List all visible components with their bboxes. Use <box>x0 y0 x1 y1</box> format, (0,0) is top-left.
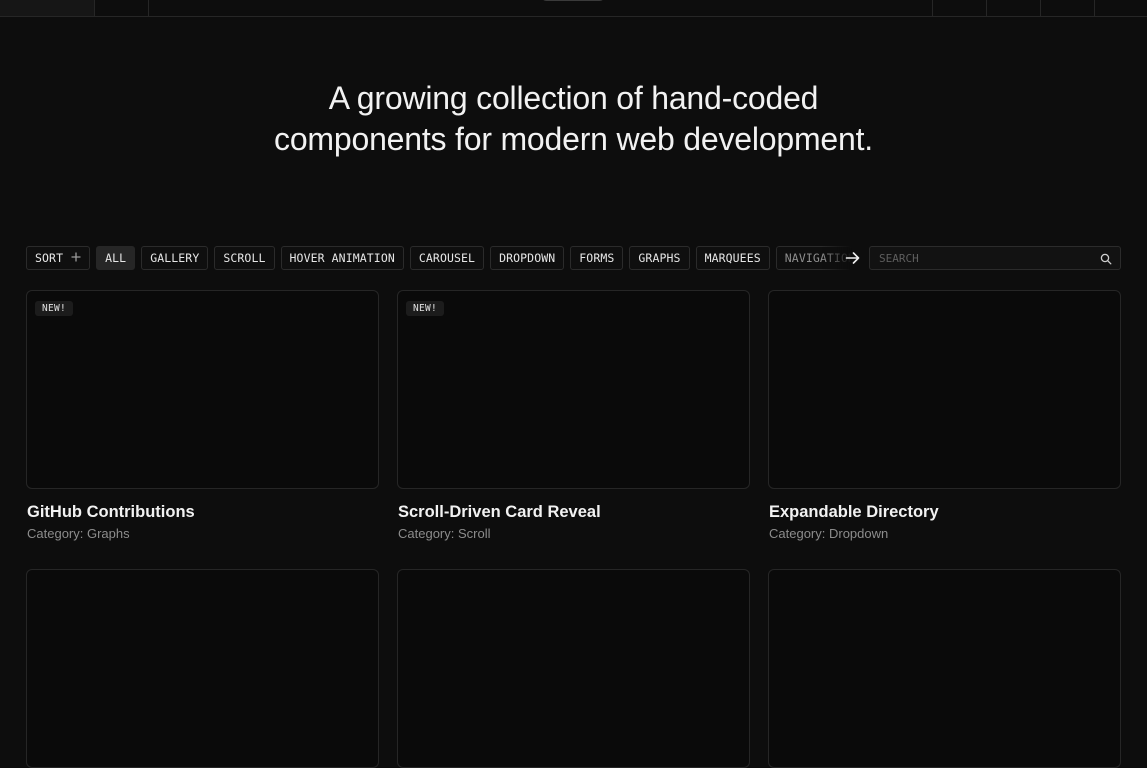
component-card-github-contributions[interactable]: NEW! GitHub Contributions Category: Grap… <box>26 290 379 542</box>
card-category: Category: Scroll <box>398 526 491 541</box>
component-card[interactable] <box>768 569 1121 768</box>
filter-chip-label: MARQUEES <box>704 251 761 265</box>
filter-chip-carousel[interactable]: CAROUSEL <box>409 246 485 270</box>
component-card[interactable] <box>397 569 750 768</box>
component-card-scroll-driven-card-reveal[interactable]: NEW! Scroll-Driven Card Reveal Category:… <box>397 290 750 542</box>
filter-chip-navigation[interactable]: NAVIGATION <box>775 246 852 270</box>
filter-chip-label: NAVIGATION <box>784 251 852 265</box>
search-box <box>869 246 1121 270</box>
arrow-right-icon[interactable] <box>845 250 861 266</box>
nav-item[interactable] <box>95 0 149 16</box>
card-category: Category: Dropdown <box>769 526 889 541</box>
card-title[interactable]: Scroll-Driven Card Reveal <box>398 502 750 522</box>
card-preview[interactable] <box>768 569 1121 768</box>
filter-chip-label: FORMS <box>579 251 615 265</box>
filter-chip-label: ALL <box>105 251 127 265</box>
card-preview[interactable] <box>26 569 379 768</box>
filter-chip-dropdown[interactable]: DROPDOWN <box>490 246 565 270</box>
top-nav-bar <box>0 0 1147 17</box>
filter-toolbar: SORT ALL GALLERY SCROLL HOVER ANIMATION … <box>26 246 852 270</box>
filter-chip-hover-animation[interactable]: HOVER ANIMATION <box>280 246 404 270</box>
filter-chip-scroll[interactable]: SCROLL <box>214 246 275 270</box>
card-preview[interactable] <box>397 569 750 768</box>
hero-line-2: components for modern web development. <box>274 121 873 157</box>
hero-heading: A growing collection of hand-coded compo… <box>0 78 1147 160</box>
filter-chip-graphs[interactable]: GRAPHS <box>629 246 690 270</box>
plus-icon <box>71 251 81 265</box>
nav-item-active[interactable] <box>0 0 95 16</box>
filter-chip-gallery[interactable]: GALLERY <box>141 246 209 270</box>
card-preview[interactable]: NEW! <box>397 290 750 489</box>
card-title[interactable]: GitHub Contributions <box>27 502 379 522</box>
search-icon[interactable] <box>1100 252 1112 265</box>
filter-chip-label: DROPDOWN <box>499 251 556 265</box>
hero-line-1: A growing collection of hand-coded <box>328 80 819 116</box>
nav-right-item-1[interactable] <box>932 0 986 16</box>
nav-right-item-2[interactable] <box>986 0 1040 16</box>
nav-right-item-4[interactable] <box>1094 0 1147 16</box>
nav-center-button[interactable] <box>541 0 605 1</box>
sort-button[interactable]: SORT <box>26 246 91 270</box>
new-badge: NEW! <box>406 301 445 316</box>
card-preview[interactable] <box>768 290 1121 489</box>
sort-label: SORT <box>35 251 64 265</box>
filter-chip-label: HOVER ANIMATION <box>289 251 395 265</box>
filter-chip-marquees[interactable]: MARQUEES <box>695 246 770 270</box>
component-card-expandable-directory[interactable]: Expandable Directory Category: Dropdown <box>768 290 1121 542</box>
filter-chip-label: GALLERY <box>150 251 200 265</box>
filter-chip-label: GRAPHS <box>638 251 681 265</box>
filter-chip-all[interactable]: ALL <box>96 246 136 270</box>
card-preview[interactable]: NEW! <box>26 290 379 489</box>
component-card[interactable] <box>26 569 379 768</box>
filter-chip-forms[interactable]: FORMS <box>570 246 624 270</box>
filter-chip-label: CAROUSEL <box>418 251 476 265</box>
card-title[interactable]: Expandable Directory <box>769 502 1121 522</box>
nav-right-item-3[interactable] <box>1040 0 1094 16</box>
filter-chip-label: SCROLL <box>223 251 266 265</box>
new-badge: NEW! <box>35 301 74 316</box>
card-category: Category: Graphs <box>27 526 130 541</box>
search-input[interactable] <box>870 247 1090 269</box>
